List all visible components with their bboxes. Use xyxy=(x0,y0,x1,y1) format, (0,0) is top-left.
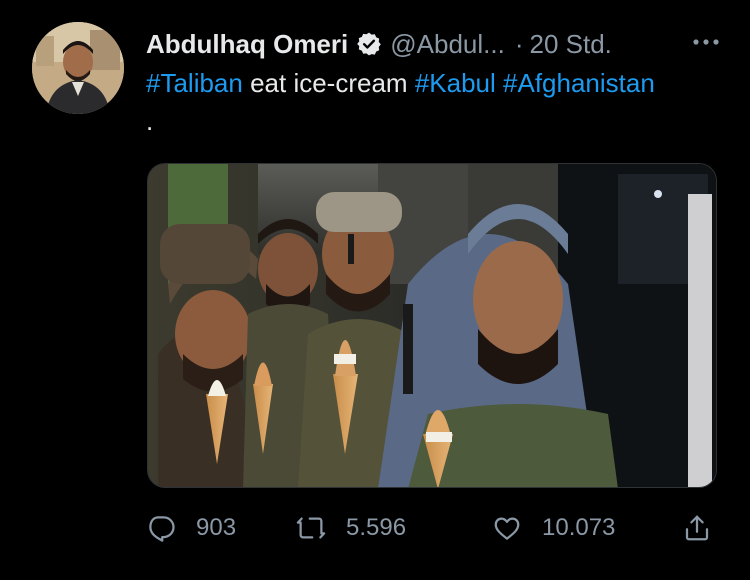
display-name[interactable]: Abdulhaq Omeri xyxy=(146,29,348,60)
like-count: 10.073 xyxy=(542,514,616,541)
like-button[interactable]: 10.073 xyxy=(492,504,615,552)
tweet-media-photo[interactable] xyxy=(147,163,717,488)
tweet-text-line2: . xyxy=(146,106,154,136)
retweet-button[interactable]: 5.596 xyxy=(296,504,406,552)
more-options-icon[interactable] xyxy=(692,28,720,56)
verified-badge-icon xyxy=(356,31,382,57)
tweet-text-space xyxy=(496,68,503,98)
avatar[interactable] xyxy=(32,22,124,114)
tweet-text-plain: eat ice-cream xyxy=(242,68,415,98)
separator-dot: · xyxy=(514,28,524,59)
share-icon xyxy=(682,513,712,543)
share-button[interactable] xyxy=(682,504,712,552)
retweet-count: 5.596 xyxy=(346,514,407,541)
retweet-icon xyxy=(296,513,326,543)
tweet-actions: 903 5.596 10.073 xyxy=(146,504,726,552)
reply-icon xyxy=(146,513,176,543)
hashtag-taliban[interactable]: #Taliban xyxy=(146,68,243,98)
tweet-card[interactable]: Abdulhaq Omeri @Abdul... · 20 Std. #Tali… xyxy=(0,0,750,580)
reply-button[interactable]: 903 xyxy=(146,504,236,552)
hashtag-afghanistan[interactable]: #Afghanistan xyxy=(503,68,655,98)
like-icon xyxy=(492,513,522,543)
tweet-text: #Taliban eat ice-cream #Kabul #Afghanist… xyxy=(146,66,730,100)
photo-illustration xyxy=(148,164,716,487)
reply-count: 903 xyxy=(196,514,237,541)
user-handle[interactable]: @Abdul... xyxy=(390,29,505,60)
timestamp[interactable]: 20 Std. xyxy=(529,29,611,60)
avatar-photo xyxy=(32,22,124,114)
hashtag-kabul[interactable]: #Kabul xyxy=(415,68,496,98)
tweet-header: Abdulhaq Omeri @Abdul... · 20 Std. xyxy=(146,26,730,62)
